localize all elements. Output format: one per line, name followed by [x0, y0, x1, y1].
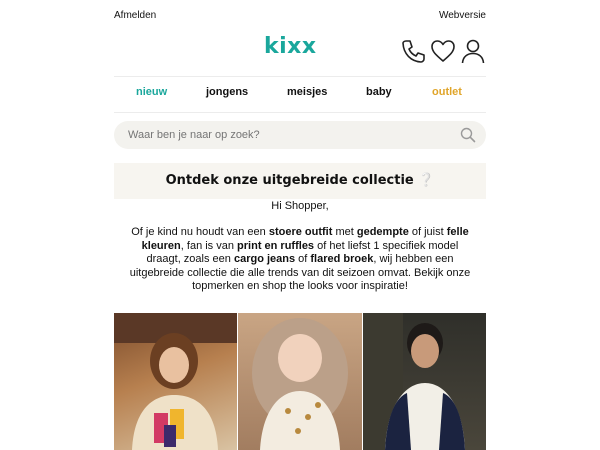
- intro-bold: flared broek: [310, 253, 374, 265]
- intro-bold: stoere outfit: [268, 226, 333, 238]
- user-icon[interactable]: [460, 38, 486, 64]
- nav-item-baby[interactable]: baby: [366, 86, 392, 98]
- hero-photos[interactable]: [114, 313, 486, 450]
- nav-item-nieuw[interactable]: nieuw: [136, 86, 167, 98]
- photo-boy[interactable]: [363, 313, 486, 450]
- kixx-logo[interactable]: kixx: [264, 34, 317, 59]
- web-version-link[interactable]: Webversie: [439, 10, 486, 21]
- header-divider: [114, 76, 486, 77]
- nav-divider: [114, 112, 486, 113]
- search-input[interactable]: [128, 127, 448, 143]
- photo-girl[interactable]: [114, 313, 237, 450]
- intro-bold: cargo jeans: [233, 253, 296, 265]
- intro-text-part: met: [332, 226, 357, 238]
- intro-text-part: of: [295, 253, 311, 265]
- banner-title: Ontdek onze uitgebreide collectie ❔: [165, 173, 435, 188]
- intro-text-part: of juist: [408, 226, 447, 238]
- photo-baby[interactable]: [238, 313, 362, 450]
- nav-item-jongens[interactable]: jongens: [206, 86, 248, 98]
- search-icon[interactable]: [460, 127, 476, 143]
- intro-text-part: , fan is van: [180, 239, 238, 252]
- intro-text: Of je kind nu houdt van een stoere outfi…: [124, 226, 476, 294]
- header-icons: [400, 38, 486, 66]
- nav-item-outlet[interactable]: outlet: [432, 86, 462, 98]
- intro-text-part: Of je kind nu houdt van een: [131, 226, 269, 238]
- category-nav: nieuw jongens meisjes baby outlet: [114, 86, 486, 104]
- nav-item-meisjes[interactable]: meisjes: [287, 86, 327, 98]
- greeting: Hi Shopper,: [271, 200, 329, 212]
- phone-icon[interactable]: [400, 38, 426, 64]
- email-content: Afmelden Webversie kixx nieuw jongens me…: [114, 0, 486, 450]
- collection-banner: Ontdek onze uitgebreide collectie ❔: [114, 163, 486, 199]
- search-bar: [114, 121, 486, 149]
- logout-link[interactable]: Afmelden: [114, 10, 156, 21]
- top-bar: Afmelden Webversie: [114, 10, 486, 24]
- heart-icon[interactable]: [430, 38, 456, 64]
- intro-bold: gedempte: [356, 226, 409, 238]
- intro-bold: print en ruffles: [237, 239, 315, 252]
